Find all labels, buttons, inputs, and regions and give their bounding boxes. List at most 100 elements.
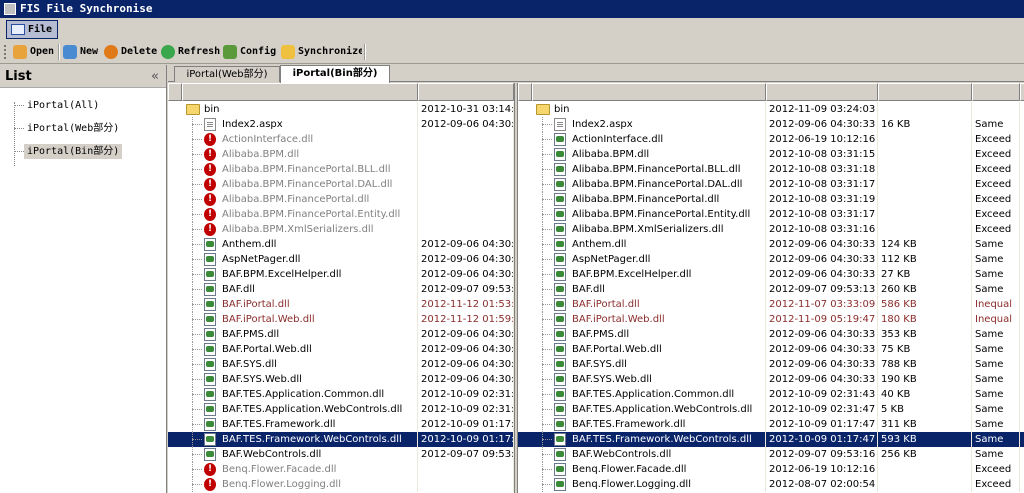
file-row[interactable]: Alibaba.BPM.FinancePortal.DAL.dll 2012-10… xyxy=(518,177,1024,192)
collapse-icon[interactable]: « xyxy=(151,65,159,88)
list-item-iportal-web[interactable]: iPortal(Web部分) xyxy=(14,117,166,140)
file-row[interactable]: ! Alibaba.BPM.FinancePortal.BLL.dll xyxy=(168,162,514,177)
file-row[interactable]: Alibaba.BPM.FinancePortal.BLL.dll 2012-10… xyxy=(518,162,1024,177)
file-row[interactable]: BAF.TES.Application.WebControls.dll 2012-… xyxy=(168,402,514,417)
column-header-date[interactable] xyxy=(766,83,878,101)
open-button[interactable]: Open xyxy=(12,43,56,61)
tab-iportal-bin[interactable]: iPortal(Bin部分) xyxy=(280,65,390,83)
tree-line xyxy=(542,259,552,260)
file-row[interactable]: BAF.TES.Application.Common.dll 2012-10-09… xyxy=(168,387,514,402)
tree-line xyxy=(192,139,202,140)
config-button[interactable]: Config xyxy=(222,43,278,61)
toolbar: Open New Delete Refresh Config Synchroni… xyxy=(0,40,1024,64)
file-row[interactable]: Anthem.dll 2012-09-06 04:30:33 124 KB Same xyxy=(518,237,1024,252)
file-row[interactable]: Benq.Flower.Logging.dll 2012-08-07 02:00:… xyxy=(518,477,1024,492)
file-row[interactable]: BAF.SYS.Web.dll2012-09-06 04:30:33 xyxy=(168,372,514,387)
file-row[interactable]: ! Benq.Flower.Logging.dll xyxy=(168,477,514,492)
file-row[interactable]: ! Alibaba.BPM.dll xyxy=(168,147,514,162)
error-icon: ! xyxy=(204,178,216,191)
refresh-button[interactable]: Refresh xyxy=(160,43,220,61)
local-file-list[interactable]: bin2012-10-31 03:14:12Index2.aspx2012-09… xyxy=(168,83,514,493)
file-row[interactable]: BAF.iPortal.dll2012-11-12 01:53:34 xyxy=(168,297,514,312)
toolbar-grip[interactable] xyxy=(4,45,7,59)
file-row[interactable]: BAF.WebControls.dll2012-09-07 09:53:16 xyxy=(168,447,514,462)
file-row[interactable]: BAF.SYS.Web.dll 2012-09-06 04:30:33 190 KB… xyxy=(518,372,1024,387)
column-header-date[interactable] xyxy=(418,83,514,101)
column-header[interactable] xyxy=(518,83,532,101)
file-row[interactable]: Index2.aspx 2012-09-06 04:30:33 16 KB Same xyxy=(518,117,1024,132)
file-row[interactable]: BAF.dll 2012-09-07 09:53:13 260 KB Same xyxy=(518,282,1024,297)
error-icon: ! xyxy=(204,148,216,161)
file-row[interactable]: Anthem.dll2012-09-06 04:30:33 xyxy=(168,237,514,252)
cell-size xyxy=(878,477,972,492)
cell-date: 2012-09-07 09:53:13 xyxy=(418,282,514,297)
cell-name: ActionInterface.dll xyxy=(219,132,418,147)
cell-status: Exceed xyxy=(972,222,1020,237)
column-header-name[interactable] xyxy=(182,83,418,101)
file-row[interactable]: Benq.Flower.Facade.dll 2012-06-19 10:12:1… xyxy=(518,462,1024,477)
file-row[interactable]: BAF.PMS.dll2012-09-06 04:30:33 xyxy=(168,327,514,342)
cell-status: Same xyxy=(972,267,1020,282)
delete-button[interactable]: Delete xyxy=(103,43,157,61)
tab-iportal-web[interactable]: iPortal(Web部分) xyxy=(174,66,280,82)
column-header-name[interactable] xyxy=(532,83,766,101)
file-row[interactable]: Alibaba.BPM.dll 2012-10-08 03:31:15 Exceed xyxy=(518,147,1024,162)
tree-line xyxy=(542,169,552,170)
list-item-iportal-bin[interactable]: iPortal(Bin部分) xyxy=(14,140,166,163)
file-row[interactable]: BAF.TES.Framework.WebControls.dll 2012-10… xyxy=(518,432,1024,447)
tree-line xyxy=(542,319,552,320)
dll-icon xyxy=(554,448,566,461)
list-item-iportal-all[interactable]: iPortal(All) xyxy=(14,94,166,117)
app-icon xyxy=(4,3,16,15)
file-row[interactable]: BAF.iPortal.Web.dll2012-11-12 01:59:16 xyxy=(168,312,514,327)
file-row[interactable]: BAF.TES.Framework.WebControls.dll 2012-10… xyxy=(168,432,514,447)
dll-icon xyxy=(554,418,566,431)
file-row[interactable]: BAF.PMS.dll 2012-09-06 04:30:33 353 KB Same xyxy=(518,327,1024,342)
file-row[interactable]: BAF.iPortal.Web.dll 2012-11-09 05:19:47 18… xyxy=(518,312,1024,327)
column-header-status[interactable] xyxy=(972,83,1020,101)
column-header-extra[interactable] xyxy=(1020,83,1024,101)
file-row[interactable]: Alibaba.BPM.FinancePortal.Entity.dll 2012… xyxy=(518,207,1024,222)
file-row[interactable]: BAF.iPortal.dll 2012-11-07 03:33:09 586 KB… xyxy=(518,297,1024,312)
file-row[interactable]: BAF.BPM.ExcelHelper.dll 2012-09-06 04:30:… xyxy=(168,267,514,282)
file-row[interactable]: AspNetPager.dll 2012-09-06 04:30:33 112 KB… xyxy=(518,252,1024,267)
file-row[interactable]: ! Alibaba.BPM.FinancePortal.dll xyxy=(168,192,514,207)
cell-status: Same xyxy=(972,252,1020,267)
dll-icon xyxy=(554,388,566,401)
column-header-size[interactable] xyxy=(878,83,972,101)
cell-date: 2012-10-09 02:31:43 xyxy=(766,387,878,402)
file-menu[interactable]: File xyxy=(6,20,58,39)
file-row[interactable]: BAF.BPM.ExcelHelper.dll 2012-09-06 04:30:… xyxy=(518,267,1024,282)
file-row[interactable]: ! Alibaba.BPM.FinancePortal.Entity.dll xyxy=(168,207,514,222)
file-row[interactable]: BAF.dll2012-09-07 09:53:13 xyxy=(168,282,514,297)
new-button[interactable]: New xyxy=(62,43,100,61)
file-row[interactable]: bin 2012-11-09 03:24:03 xyxy=(518,102,1024,117)
cell-status: Exceed xyxy=(972,207,1020,222)
cell-name: Alibaba.BPM.XmlSerializers.dll xyxy=(219,222,418,237)
file-row[interactable]: BAF.TES.Framework.dll 2012-10-09 01:17:47… xyxy=(518,417,1024,432)
file-row[interactable]: ! Benq.Flower.Facade.dll xyxy=(168,462,514,477)
cell-size: 586 KB xyxy=(878,297,972,312)
file-row[interactable]: bin2012-10-31 03:14:12 xyxy=(168,102,514,117)
file-row[interactable]: Index2.aspx2012-09-06 04:30:33 xyxy=(168,117,514,132)
file-row[interactable]: ! Alibaba.BPM.XmlSerializers.dll xyxy=(168,222,514,237)
column-header[interactable] xyxy=(168,83,182,101)
synchronize-button[interactable]: Synchronize xyxy=(280,43,362,61)
file-row[interactable]: BAF.TES.Framework.dll2012-10-09 01:17:47 xyxy=(168,417,514,432)
file-row[interactable]: ! ActionInterface.dll xyxy=(168,132,514,147)
file-row[interactable]: BAF.Portal.Web.dll2012-09-06 04:30:33 xyxy=(168,342,514,357)
remote-file-list[interactable]: bin 2012-11-09 03:24:03 Index2.aspx 2012-09… xyxy=(518,83,1024,493)
tree-line xyxy=(192,289,202,290)
cell-date: 2012-10-09 01:17:47 xyxy=(418,432,514,447)
file-row[interactable]: BAF.TES.Application.WebControls.dll 2012-… xyxy=(518,402,1024,417)
file-row[interactable]: Alibaba.BPM.XmlSerializers.dll 2012-10-08… xyxy=(518,222,1024,237)
file-row[interactable]: BAF.Portal.Web.dll 2012-09-06 04:30:33 75 … xyxy=(518,342,1024,357)
file-row[interactable]: BAF.SYS.dll2012-09-06 04:30:33 xyxy=(168,357,514,372)
file-row[interactable]: BAF.TES.Application.Common.dll 2012-10-09… xyxy=(518,387,1024,402)
file-row[interactable]: BAF.WebControls.dll 2012-09-07 09:53:16 25… xyxy=(518,447,1024,462)
file-row[interactable]: ! Alibaba.BPM.FinancePortal.DAL.dll xyxy=(168,177,514,192)
file-row[interactable]: AspNetPager.dll2012-09-06 04:30:33 xyxy=(168,252,514,267)
file-row[interactable]: BAF.SYS.dll 2012-09-06 04:30:33 788 KB Same xyxy=(518,357,1024,372)
file-row[interactable]: ActionInterface.dll 2012-06-19 10:12:16 Ex… xyxy=(518,132,1024,147)
file-row[interactable]: Alibaba.BPM.FinancePortal.dll 2012-10-08 … xyxy=(518,192,1024,207)
